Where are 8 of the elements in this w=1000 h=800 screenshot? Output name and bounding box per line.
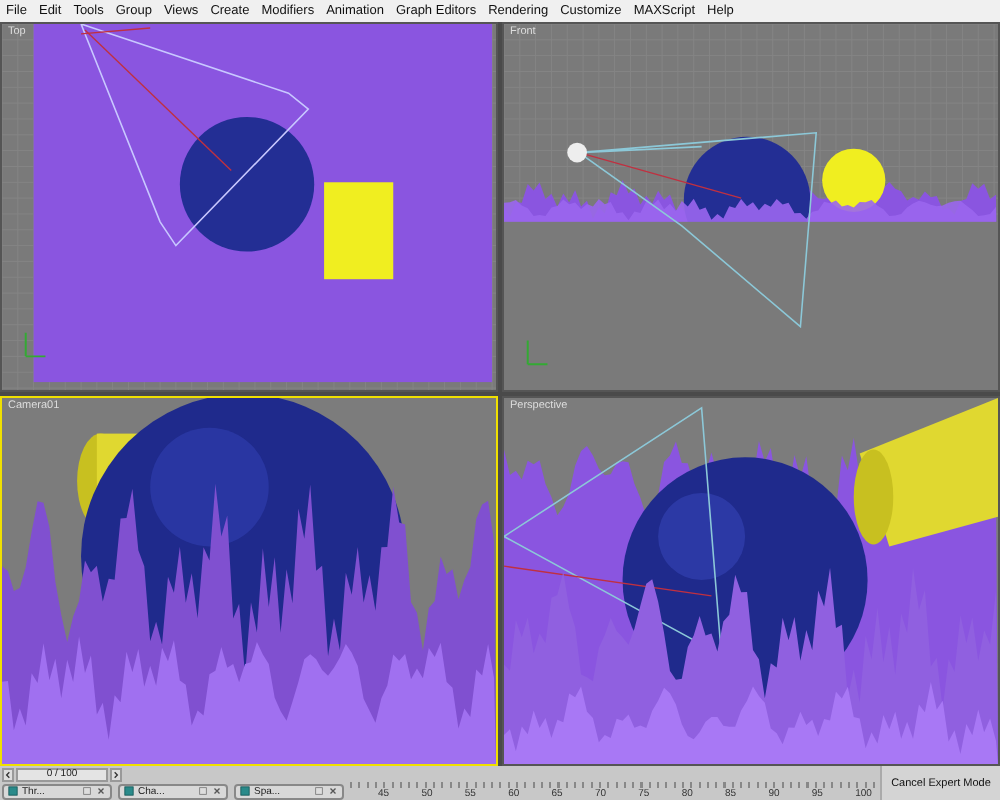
close-icon[interactable]	[96, 786, 106, 796]
next-frame-button[interactable]	[110, 767, 122, 781]
window-icon	[240, 786, 250, 796]
window-icon	[124, 786, 134, 796]
close-icon[interactable]	[328, 786, 338, 796]
previous-frame-button[interactable]	[2, 767, 14, 781]
window-icon	[8, 786, 18, 796]
close-icon[interactable]	[212, 786, 222, 796]
